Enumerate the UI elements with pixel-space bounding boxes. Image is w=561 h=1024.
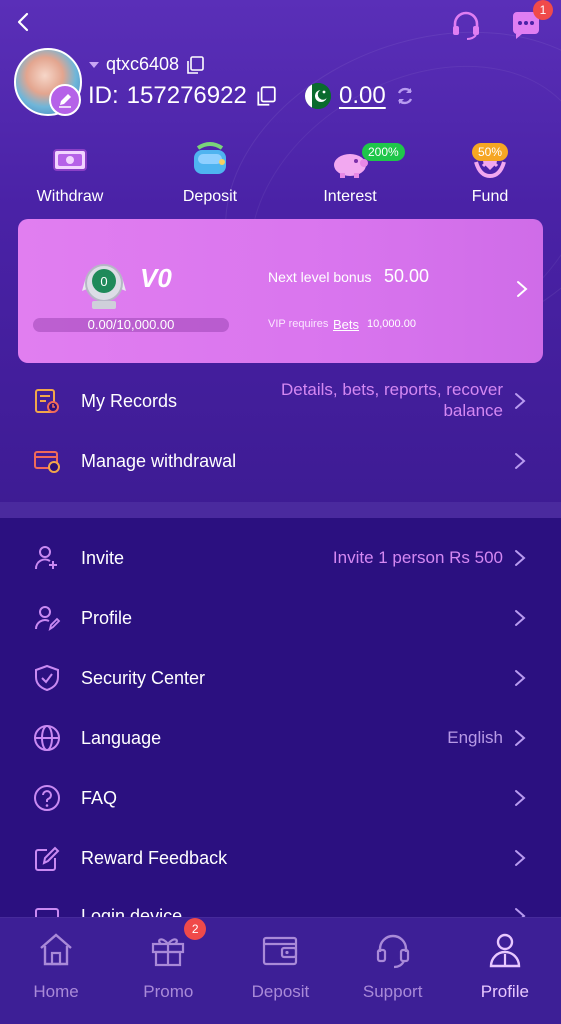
caret-down-icon [89, 61, 99, 68]
wallet-balance: 0.00 [339, 82, 386, 109]
manage-withdrawal-label: Manage withdrawal [81, 451, 237, 471]
withdraw-button[interactable]: Withdraw [0, 140, 140, 212]
records-icon [35, 389, 59, 413]
vip-progress-text: 0.00/10,000.00 [87, 317, 175, 332]
quick-actions: Withdraw Deposit 200% Interest 50% Fund [0, 140, 561, 212]
messages-button[interactable]: 1 [509, 0, 553, 42]
tab-home-label: Home [33, 982, 79, 1001]
my-records-hint: Details, bets, reports, recover balance [280, 380, 503, 420]
chevron-right-icon [515, 790, 526, 806]
tab-deposit-label: Deposit [251, 982, 310, 1001]
chevron-right-icon [515, 550, 526, 566]
withdraw-label: Withdraw [36, 188, 104, 205]
reward-feedback-row[interactable]: Reward Feedback [0, 828, 561, 888]
tab-promo-label: Promo [143, 982, 194, 1001]
globe-icon [34, 725, 60, 751]
language-row[interactable]: Language English [0, 708, 561, 768]
chevron-right-icon [517, 281, 528, 297]
language-label: Language [81, 728, 162, 748]
bets-link[interactable]: Bets [333, 317, 359, 332]
customer-service-button[interactable] [449, 8, 483, 42]
faq-label: FAQ [81, 788, 118, 808]
vip-card[interactable]: 0 V0 0.00/10,000.00 Next level bonus 50.… [18, 219, 543, 363]
balance-row: 0.00 [305, 82, 416, 110]
section-divider [0, 502, 561, 518]
headset-icon [376, 934, 409, 969]
bottom-tab-bar: Home 2 Promo Deposit Support Profile [0, 917, 561, 1024]
username: qtxc6408 [106, 54, 180, 74]
user-icon [489, 933, 521, 968]
vip-requires-value: 10,000.00 [367, 318, 416, 330]
invite-hint: Invite 1 person Rs 500 [332, 548, 503, 567]
interest-label: Interest [323, 188, 377, 205]
tab-profile[interactable]: Profile [449, 918, 561, 1024]
invite-row[interactable]: Invite Invite 1 person Rs 500 [0, 528, 561, 588]
language-value: English [447, 728, 503, 747]
reward-feedback-label: Reward Feedback [81, 848, 228, 868]
manage-withdrawal-row[interactable]: Manage withdrawal [0, 431, 561, 491]
withdrawal-card-icon [34, 451, 60, 473]
chevron-right-icon [515, 670, 526, 686]
gift-icon [152, 938, 185, 967]
tab-home[interactable]: Home [0, 918, 112, 1024]
chevron-right-icon [515, 730, 526, 746]
vip-requires-label: VIP requires [268, 318, 329, 330]
feedback-icon [35, 846, 60, 871]
next-level-bonus-value: 50.00 [384, 266, 430, 286]
chevron-right-icon [515, 610, 526, 626]
home-icon [40, 933, 72, 966]
question-icon [34, 785, 60, 811]
user-id: 157276922 [126, 82, 247, 109]
fund-label: Fund [471, 188, 509, 205]
shield-icon [35, 664, 59, 692]
fund-badge: 50% [472, 143, 509, 161]
withdraw-icon [48, 140, 92, 180]
faq-row[interactable]: FAQ [0, 768, 561, 828]
copy-id-icon[interactable] [255, 85, 277, 107]
headset-icon [453, 11, 479, 40]
edit-avatar-button[interactable] [49, 84, 81, 116]
security-center-row[interactable]: Security Center [0, 648, 561, 708]
id-label: ID: [88, 82, 119, 109]
tab-profile-label: Profile [480, 982, 529, 1001]
invite-icon [35, 546, 57, 570]
promo-badge: 2 [184, 918, 207, 940]
user-id-row: ID: 157276922 [88, 82, 277, 110]
fund-button[interactable]: 50% Fund [420, 140, 560, 212]
interest-badge: 200% [362, 143, 405, 161]
chevron-right-icon [515, 393, 526, 409]
wallet-icon [263, 936, 298, 966]
tab-support[interactable]: Support [337, 918, 449, 1024]
security-center-label: Security Center [81, 668, 206, 688]
profile-label: Profile [81, 608, 133, 628]
message-count-badge: 1 [533, 0, 553, 20]
my-records-row[interactable]: My Records Details, bets, reports, recov… [0, 370, 561, 432]
tab-support-label: Support [362, 982, 423, 1001]
profile-row[interactable]: Profile [0, 588, 561, 648]
chevron-right-icon [515, 850, 526, 866]
invite-label: Invite [81, 548, 125, 568]
chevron-right-icon [515, 453, 526, 469]
deposit-label: Deposit [182, 188, 238, 205]
vip-level: V0 [140, 263, 172, 293]
chevron-left-icon [17, 12, 29, 32]
vip-medal-icon: 0 [82, 261, 126, 313]
tab-promo[interactable]: 2 Promo [112, 918, 224, 1024]
refresh-icon[interactable] [394, 85, 416, 107]
next-level-bonus-label: Next level bonus [268, 269, 372, 285]
back-button[interactable] [12, 10, 36, 34]
my-records-label: My Records [81, 391, 178, 411]
svg-text:0: 0 [100, 274, 107, 289]
username-row: qtxc6408 [88, 54, 205, 75]
interest-button[interactable]: 200% Interest [280, 140, 420, 212]
deposit-button[interactable]: Deposit [140, 140, 280, 212]
pakistan-flag-icon [305, 83, 331, 109]
top-actions: 1 [449, 0, 553, 42]
profile-edit-icon [35, 606, 61, 632]
deposit-icon [188, 140, 232, 180]
pencil-icon [59, 94, 71, 108]
copy-icon[interactable] [185, 55, 205, 75]
tab-deposit[interactable]: Deposit [224, 918, 336, 1024]
